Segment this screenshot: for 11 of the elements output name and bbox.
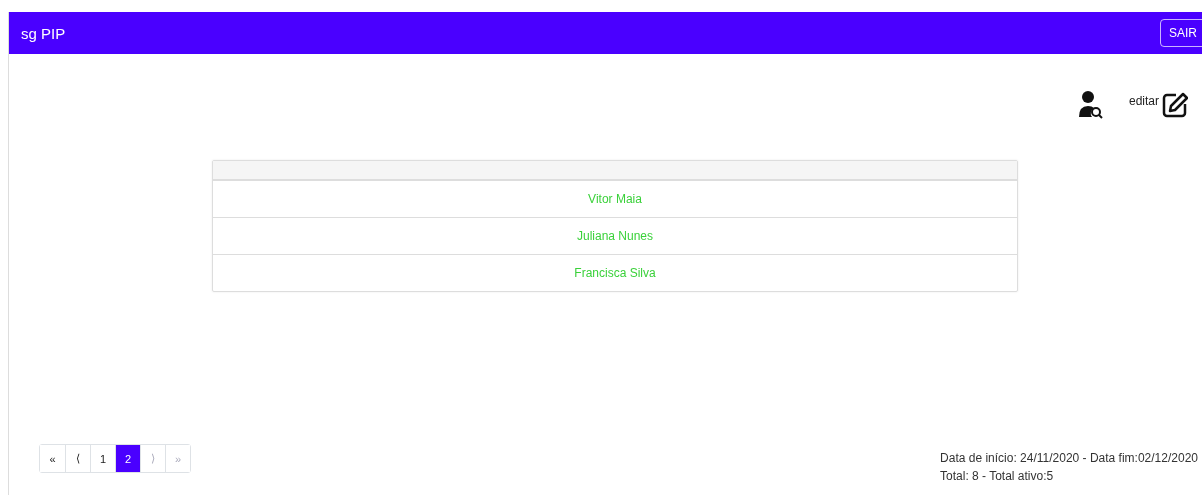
summary-text: Total: 8 - Total ativo:5	[940, 469, 1055, 483]
edit-icon[interactable]	[1162, 92, 1188, 118]
user-search-icon[interactable]	[1078, 91, 1103, 119]
table-cell: Francisca Silva	[574, 266, 656, 280]
summary-text: Data de início: 24/11/2020 - Data fim:02/12/2020	[940, 451, 1198, 465]
brand: sg PIP	[21, 24, 66, 42]
edit-label[interactable]: editar	[1128, 94, 1159, 108]
table-cell: Vitor Maia	[588, 192, 642, 206]
logout-button[interactable]: SAIR	[1160, 19, 1202, 47]
table-cell: Juliana Nunes	[576, 229, 654, 243]
pagination-button[interactable]: 2	[115, 445, 140, 472]
